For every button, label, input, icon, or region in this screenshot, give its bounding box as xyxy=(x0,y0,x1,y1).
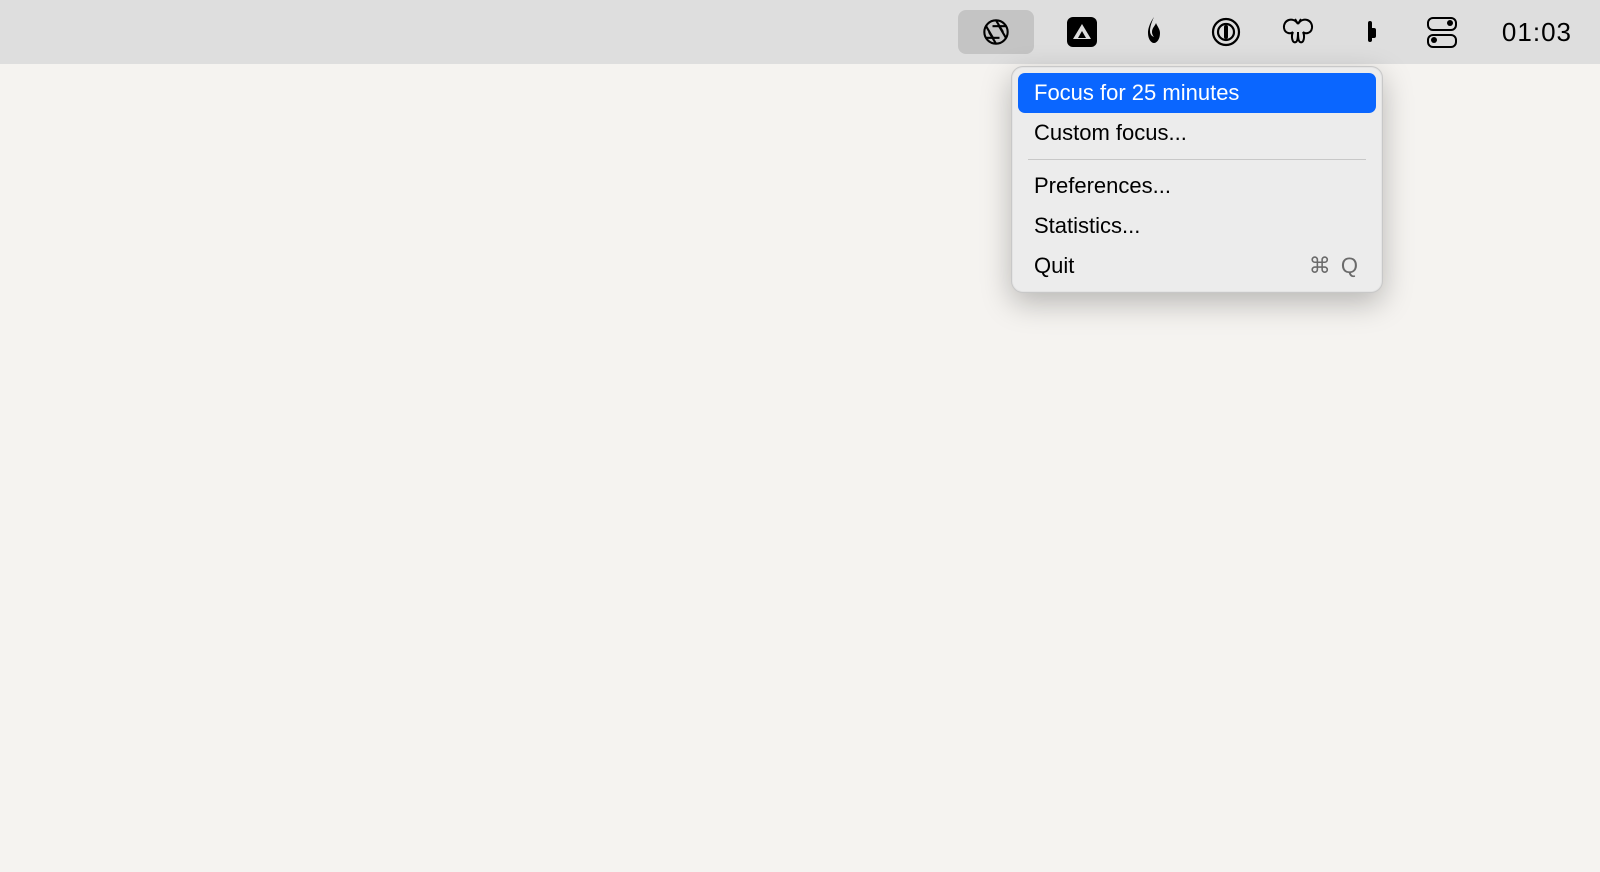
aperture-icon xyxy=(982,18,1010,46)
menubar-butterfly-app[interactable] xyxy=(1274,10,1322,54)
menu-item-label: Preferences... xyxy=(1034,173,1171,199)
onepassword-icon xyxy=(1211,17,1241,47)
menubar: 01:03 xyxy=(0,0,1600,64)
menubar-triangle-app[interactable] xyxy=(1058,10,1106,54)
menubar-onepassword[interactable] xyxy=(1202,10,1250,54)
menu-item-label: Quit xyxy=(1034,253,1074,279)
control-center-icon xyxy=(1427,17,1457,48)
menu-item-shortcut: ⌘ Q xyxy=(1309,253,1360,279)
focus-dropdown-menu: Focus for 25 minutes Custom focus... Pre… xyxy=(1011,66,1383,293)
butterfly-icon xyxy=(1281,18,1315,46)
menu-item-label: Statistics... xyxy=(1034,213,1140,239)
menu-item-preferences[interactable]: Preferences... xyxy=(1018,166,1376,206)
menu-item-label: Focus for 25 minutes xyxy=(1034,80,1239,106)
menubar-flame-app[interactable] xyxy=(1130,10,1178,54)
menubar-battery[interactable] xyxy=(1346,10,1394,54)
flame-icon xyxy=(1142,17,1166,47)
menubar-control-center[interactable] xyxy=(1418,10,1466,54)
menu-item-custom-focus[interactable]: Custom focus... xyxy=(1018,113,1376,153)
battery-icon xyxy=(1368,23,1372,41)
menubar-clock[interactable]: 01:03 xyxy=(1502,17,1572,48)
menu-item-quit[interactable]: Quit ⌘ Q xyxy=(1018,246,1376,286)
triangle-icon xyxy=(1067,17,1097,47)
menu-item-focus-25[interactable]: Focus for 25 minutes xyxy=(1018,73,1376,113)
menu-separator xyxy=(1028,159,1366,160)
menubar-focus-app[interactable] xyxy=(958,10,1034,54)
menu-item-statistics[interactable]: Statistics... xyxy=(1018,206,1376,246)
menu-item-label: Custom focus... xyxy=(1034,120,1187,146)
